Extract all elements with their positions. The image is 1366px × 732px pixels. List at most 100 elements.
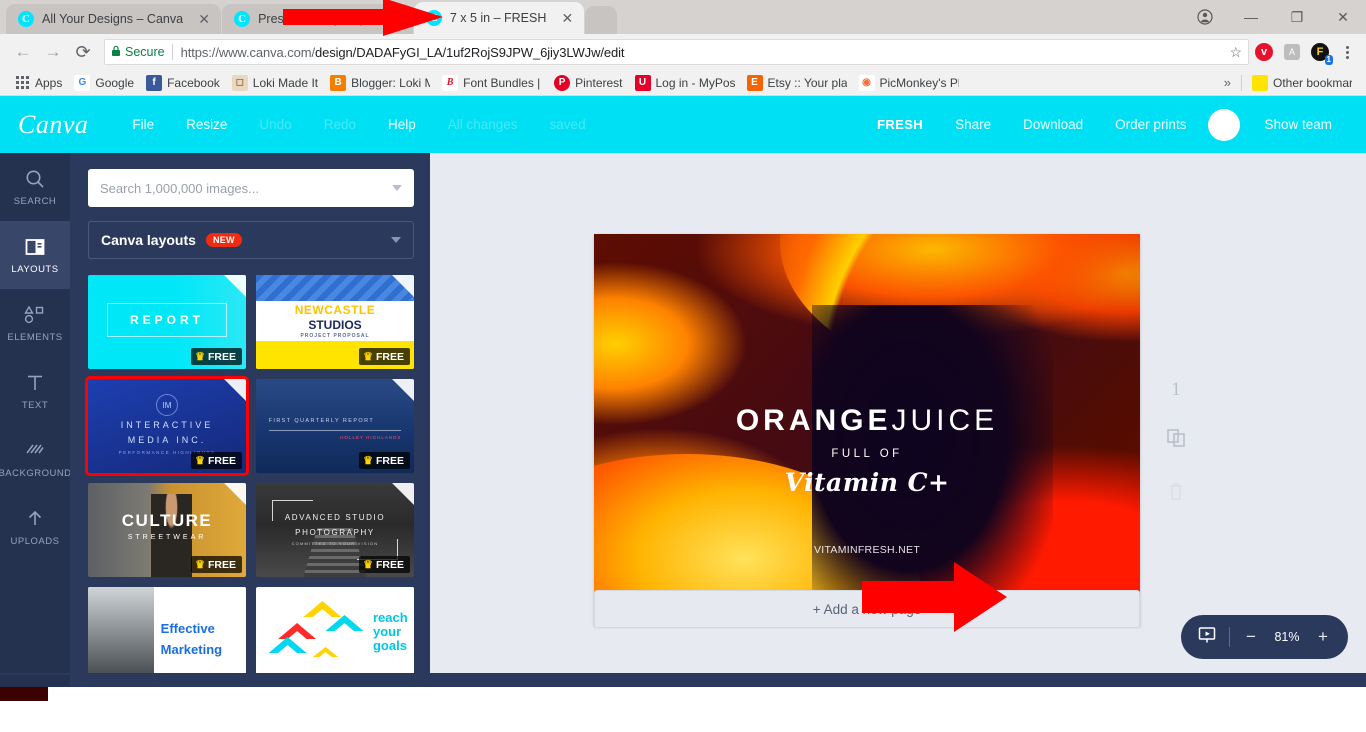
apps-grid-icon [14, 75, 30, 91]
menu-undo[interactable]: Undo [243, 117, 307, 132]
design-script-text[interactable]: Vitamin C+ [594, 468, 1140, 497]
sidebar-item-layouts[interactable]: LAYOUTS [0, 221, 70, 289]
profile-icon[interactable] [1182, 0, 1228, 34]
bookmarks-overflow-icon[interactable]: » [1218, 75, 1237, 90]
sidebar-item-uploads[interactable]: UPLOADS [0, 493, 70, 561]
sidebar-item-elements[interactable]: ELEMENTS [0, 289, 70, 357]
zoom-in-button[interactable]: + [1314, 627, 1332, 647]
order-prints-button[interactable]: Order prints [1099, 117, 1202, 132]
sidebar-label: UPLOADS [10, 535, 60, 547]
bookmark-apps[interactable]: Apps [8, 75, 68, 91]
canva-body: SEARCH LAYOUTS ELEMENTS TEXT BACKGROUND … [0, 153, 1366, 673]
layouts-category-dropdown[interactable]: Canva layouts NEW [88, 221, 414, 259]
sidebar-item-background[interactable]: BACKGROUND [0, 425, 71, 493]
layout-thumbnail-reach-your-goals[interactable]: reach your goals [256, 587, 414, 673]
bookmark-label: Blogger: Loki Made It [351, 75, 431, 90]
download-button[interactable]: Download [1007, 117, 1099, 132]
zoom-out-button[interactable]: − [1242, 627, 1260, 647]
thumb-text: Effective [160, 620, 215, 636]
avatar[interactable] [1208, 108, 1241, 141]
thumb-text: NEWCASTLE [294, 303, 376, 318]
layout-thumbnail-quarterly-report[interactable]: FIRST QUARTERLY REPORT HOLLEY HIGHLANDS … [256, 379, 414, 473]
corner-fold-icon [392, 379, 414, 401]
bookmark-blogger[interactable]: B Blogger: Loki Made It [324, 74, 436, 91]
editor-canvas-area[interactable]: ORANGEJUICE FULL OF Vitamin C+ VITAMINFR… [430, 153, 1366, 673]
layout-thumbnail-report[interactable]: REPORT ♛ FREE [88, 275, 246, 369]
chevron-down-icon[interactable] [392, 185, 402, 191]
design-subtitle[interactable]: FULL OF [594, 448, 1140, 460]
delete-page-icon[interactable] [1166, 480, 1186, 507]
add-new-page-button[interactable]: + Add a new page [594, 590, 1140, 628]
strip-left-dark [0, 673, 70, 687]
sidebar-label: ELEMENTS [7, 331, 63, 343]
secure-label: Secure [125, 45, 165, 59]
layout-thumbnail-newcastle[interactable]: NEWCASTLE STUDIOS PROJECT PROPOSAL ♛ FRE… [256, 275, 414, 369]
tab-close-icon[interactable]: ✕ [560, 11, 574, 25]
sidebar-item-search[interactable]: SEARCH [0, 153, 70, 221]
present-icon[interactable] [1197, 625, 1217, 650]
badged-extension-icon[interactable]: F1 [1307, 39, 1333, 65]
menu-resize[interactable]: Resize [170, 117, 243, 132]
canva-favicon-icon: C [425, 10, 442, 26]
sidebar-label: SEARCH [13, 195, 57, 207]
layout-thumbnail-advanced-studio-photography[interactable]: ADVANCED STUDIO PHOTOGRAPHY COMMITTED TO… [256, 483, 414, 577]
strip-white [48, 687, 1366, 701]
bookmark-loki-made-it[interactable]: ◻ Loki Made It [226, 74, 324, 91]
layout-thumbnail-culture[interactable]: CULTURE STREETWEAR ♛ FREE [88, 483, 246, 577]
duplicate-page-icon[interactable] [1165, 427, 1187, 454]
browser-window: C All Your Designs – Canva ✕ C Presentat… [0, 0, 1366, 732]
bookmark-pinterest[interactable]: P Pinterest [548, 74, 628, 91]
design-url-text[interactable]: VITAMINFRESH.NET [594, 544, 1140, 556]
design-title[interactable]: FRESH [861, 117, 939, 132]
browser-tab-1[interactable]: C Presentation (16:9) – ✕ [222, 4, 413, 34]
bookmark-etsy[interactable]: E Etsy :: Your place to b [741, 74, 853, 91]
mypost-icon: U [634, 74, 651, 91]
design-title[interactable]: ORANGEJUICE [594, 406, 1140, 436]
sidebar-item-text[interactable]: TEXT [0, 357, 70, 425]
bookmark-label: Pinterest [575, 75, 623, 90]
minimize-icon[interactable]: — [1228, 0, 1274, 34]
new-tab-button[interactable] [585, 6, 618, 34]
share-button[interactable]: Share [939, 117, 1007, 132]
close-icon[interactable]: ✕ [1320, 0, 1366, 34]
thumb-frame: REPORT [106, 303, 228, 338]
tab-close-icon[interactable]: ✕ [389, 12, 403, 26]
bookmark-label: Etsy :: Your place to b [767, 75, 847, 90]
menu-file[interactable]: File [116, 117, 170, 132]
bookmark-star-icon[interactable]: ☆ [1229, 44, 1242, 61]
bookmark-font-bundles[interactable]: B Font Bundles | The Be [436, 74, 548, 91]
bookmark-picmonkey[interactable]: ◉ PicMonkey's Photo E [853, 74, 965, 91]
search-input[interactable]: Search 1,000,000 images... [88, 169, 414, 207]
thumb-text: PHOTOGRAPHY [295, 528, 375, 538]
reload-icon[interactable]: ⟳ [68, 37, 98, 67]
menu-help[interactable]: Help [372, 117, 432, 132]
bookmark-label: Google [95, 75, 135, 90]
red-extension-icon[interactable]: v [1251, 39, 1277, 65]
design-canvas[interactable]: ORANGEJUICE FULL OF Vitamin C+ VITAMINFR… [594, 234, 1140, 626]
layout-thumbnail-effective-marketing[interactable]: Effective Marketing [88, 587, 246, 673]
back-icon[interactable]: ← [8, 37, 38, 67]
chevron-down-icon[interactable] [391, 237, 401, 243]
show-team-button[interactable]: Show team [1248, 117, 1348, 132]
maximize-icon[interactable]: ❐ [1274, 0, 1320, 34]
kebab-menu-icon[interactable] [1336, 45, 1358, 59]
other-bookmarks-folder[interactable]: Other bookmarks [1246, 74, 1358, 91]
layout-thumbnail-interactive-media[interactable]: IM INTERACTIVE MEDIA INC. PERFORMANCE HI… [85, 376, 249, 476]
menu-saved: saved [549, 117, 586, 132]
menu-redo[interactable]: Redo [308, 117, 372, 132]
bookmark-facebook[interactable]: f Facebook [140, 74, 226, 91]
window-controls: — ❐ ✕ [1182, 0, 1366, 34]
tab-close-icon[interactable]: ✕ [197, 12, 211, 26]
canva-logo[interactable]: Canva [18, 110, 88, 140]
gray-extension-icon[interactable]: A [1279, 39, 1305, 65]
browser-tab-2[interactable]: C 7 x 5 in – FRESH ✕ [413, 2, 585, 34]
blogger-icon: B [330, 74, 347, 91]
bookmark-google[interactable]: G Google [68, 74, 140, 91]
url-prefix: https://www.canva.com/ [180, 44, 315, 60]
url-input[interactable]: Secure https://www.canva.com/design/DADA… [104, 39, 1249, 65]
strip-maroon [0, 687, 48, 701]
thumb-pattern [256, 275, 414, 302]
forward-icon[interactable]: → [38, 37, 68, 67]
browser-tab-0[interactable]: C All Your Designs – Canva ✕ [6, 4, 222, 34]
bookmark-mypost[interactable]: U Log in - MyPost Busin [629, 74, 741, 91]
